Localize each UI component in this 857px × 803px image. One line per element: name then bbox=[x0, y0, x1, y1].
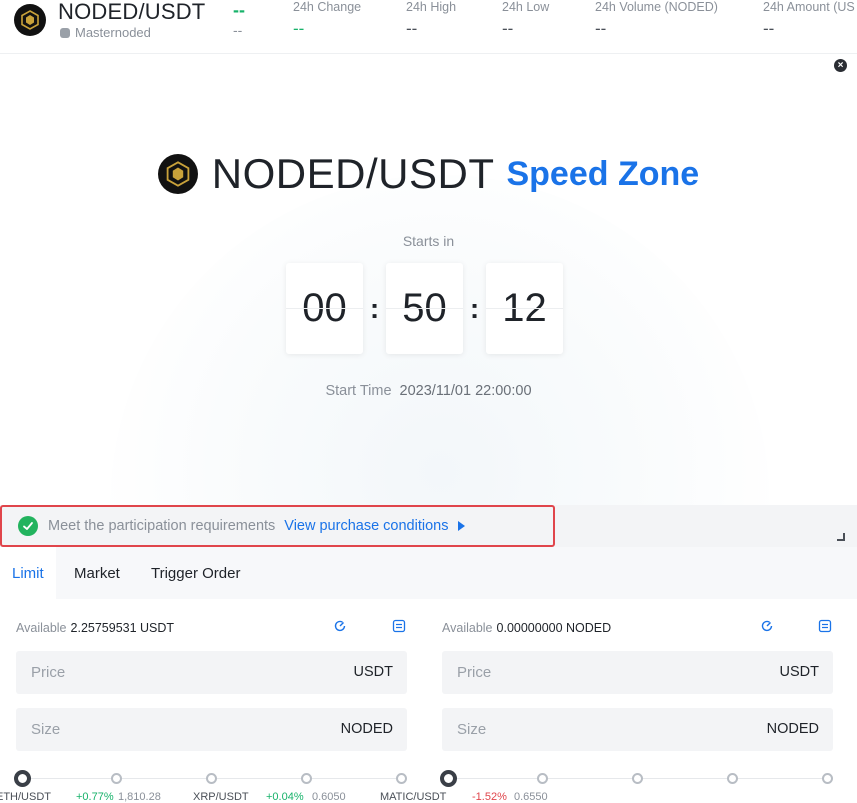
noded-coin-logo-icon bbox=[14, 4, 46, 36]
size-placeholder: Size bbox=[457, 721, 487, 738]
banner-pair: NODED/USDT bbox=[211, 150, 495, 197]
last-price: -- bbox=[233, 0, 245, 20]
slider-step-75[interactable] bbox=[727, 773, 738, 784]
database-icon bbox=[60, 27, 70, 38]
price-placeholder: Price bbox=[31, 664, 66, 681]
slider-step-25[interactable] bbox=[111, 773, 122, 784]
pair-tag: Masternoded bbox=[60, 25, 151, 40]
stat-value: -- bbox=[293, 19, 305, 38]
stat-24h-high: 24h High -- bbox=[406, 0, 456, 39]
last-price-fiat: -- bbox=[233, 22, 243, 38]
stat-label: 24h High bbox=[406, 0, 457, 14]
stat-label: 24h Amount (US bbox=[763, 0, 855, 14]
stat-label: 24h Volume (NODED) bbox=[595, 0, 718, 14]
tag-label: Masternoded bbox=[75, 25, 151, 40]
start-time: Start Time 2023/11/01 22:00:00 bbox=[0, 383, 857, 399]
stat-label: 24h Low bbox=[502, 0, 550, 14]
tab-limit[interactable]: Limit bbox=[0, 547, 56, 599]
noded-coin-logo-icon bbox=[157, 154, 198, 194]
ticker-price: 0.6550 bbox=[514, 791, 548, 803]
price-placeholder: Price bbox=[457, 664, 492, 681]
close-icon[interactable]: × bbox=[834, 59, 847, 72]
size-unit: NODED bbox=[766, 721, 819, 737]
price-unit: USDT bbox=[779, 664, 819, 680]
countdown-timer: 00 : 50 : 12 bbox=[286, 263, 563, 354]
refresh-icon[interactable] bbox=[760, 619, 774, 633]
available-label: Available bbox=[16, 621, 67, 635]
resize-corner-icon[interactable] bbox=[837, 533, 845, 541]
slider-step-75[interactable] bbox=[301, 773, 312, 784]
tab-trigger-order[interactable]: Trigger Order bbox=[139, 547, 252, 599]
slider-handle[interactable] bbox=[14, 770, 31, 787]
available-value: 2.25759531 USDT bbox=[70, 621, 175, 635]
slider-step-100[interactable] bbox=[822, 773, 833, 784]
buy-size-input[interactable]: Size NODED bbox=[16, 708, 407, 751]
banner-zone: Speed Zone bbox=[506, 154, 700, 193]
start-time-label: Start Time bbox=[325, 383, 392, 399]
countdown-hours: 00 bbox=[286, 263, 363, 354]
stat-24h-volume: 24h Volume (NODED) -- bbox=[595, 0, 718, 39]
requirements-text: Meet the participation requirements bbox=[48, 518, 276, 534]
speed-zone-banner: × NODED/USDT Speed Zone Starts in 00 : 5… bbox=[0, 55, 857, 505]
ticker-pair[interactable]: MATIC/USDT bbox=[380, 791, 446, 803]
slider-handle[interactable] bbox=[440, 770, 457, 787]
size-placeholder: Size bbox=[31, 721, 61, 738]
slider-step-50[interactable] bbox=[206, 773, 217, 784]
stat-value: -- bbox=[595, 19, 607, 38]
slider-step-25[interactable] bbox=[537, 773, 548, 784]
sell-size-input[interactable]: Size NODED bbox=[442, 708, 833, 751]
stat-label: 24h Change bbox=[293, 0, 362, 14]
transfer-icon[interactable] bbox=[392, 619, 406, 633]
requirements-highlight: Meet the participation requirements View… bbox=[0, 505, 555, 547]
ticker-change: +0.77% bbox=[76, 791, 114, 803]
ticker-price: 1,810.28 bbox=[118, 791, 161, 803]
countdown-separator: : bbox=[469, 292, 480, 324]
market-ticker: ETH/USDT +0.77% 1,810.28 XRP/USDT +0.04%… bbox=[0, 791, 857, 803]
buy-price-input[interactable]: Price USDT bbox=[16, 651, 407, 694]
size-unit: NODED bbox=[340, 721, 393, 737]
transfer-icon[interactable] bbox=[818, 619, 832, 633]
countdown-separator: : bbox=[369, 292, 380, 324]
stat-value: -- bbox=[502, 19, 514, 38]
sell-available: Available 0.00000000 NODED bbox=[442, 621, 611, 635]
slider-step-100[interactable] bbox=[396, 773, 407, 784]
slider-step-50[interactable] bbox=[632, 773, 643, 784]
caret-right-icon[interactable] bbox=[458, 521, 466, 531]
pair-name[interactable]: NODED/USDT bbox=[58, 0, 205, 25]
ticker-price: 0.6050 bbox=[312, 791, 346, 803]
buy-available: Available 2.25759531 USDT bbox=[16, 621, 174, 635]
available-value: 0.00000000 NODED bbox=[496, 621, 612, 635]
starts-in-label: Starts in bbox=[402, 233, 455, 249]
ticker-pair[interactable]: ETH/USDT bbox=[0, 791, 51, 803]
buy-amount-slider[interactable] bbox=[14, 770, 409, 787]
stat-24h-amount: 24h Amount (US -- bbox=[763, 0, 855, 39]
refresh-icon[interactable] bbox=[333, 619, 347, 633]
market-header: NODED/USDT Masternoded -- -- 24h Change … bbox=[0, 0, 857, 54]
stat-24h-low: 24h Low -- bbox=[502, 0, 549, 39]
stat-value: -- bbox=[763, 19, 775, 38]
countdown-minutes: 50 bbox=[386, 263, 463, 354]
start-time-value: 2023/11/01 22:00:00 bbox=[399, 383, 532, 399]
price-unit: USDT bbox=[353, 664, 393, 680]
participation-requirements-bar: Meet the participation requirements View… bbox=[0, 505, 857, 547]
sell-amount-slider[interactable] bbox=[440, 770, 835, 787]
stat-24h-change: 24h Change -- bbox=[293, 0, 361, 39]
stat-value: -- bbox=[406, 19, 418, 38]
countdown-seconds: 12 bbox=[486, 263, 563, 354]
sell-price-input[interactable]: Price USDT bbox=[442, 651, 833, 694]
check-circle-icon bbox=[18, 516, 38, 536]
available-label: Available bbox=[442, 621, 493, 635]
trade-panel: Available 2.25759531 USDT Price USDT Size… bbox=[0, 600, 857, 797]
tab-market[interactable]: Market bbox=[62, 547, 132, 599]
view-purchase-conditions-link[interactable]: View purchase conditions bbox=[284, 518, 448, 534]
order-type-tabs: Limit Market Trigger Order bbox=[0, 547, 857, 599]
banner-title: NODED/USDT Speed Zone bbox=[0, 150, 857, 198]
ticker-change: -1.52% bbox=[472, 791, 507, 803]
ticker-pair[interactable]: XRP/USDT bbox=[193, 791, 249, 803]
ticker-change: +0.04% bbox=[266, 791, 304, 803]
